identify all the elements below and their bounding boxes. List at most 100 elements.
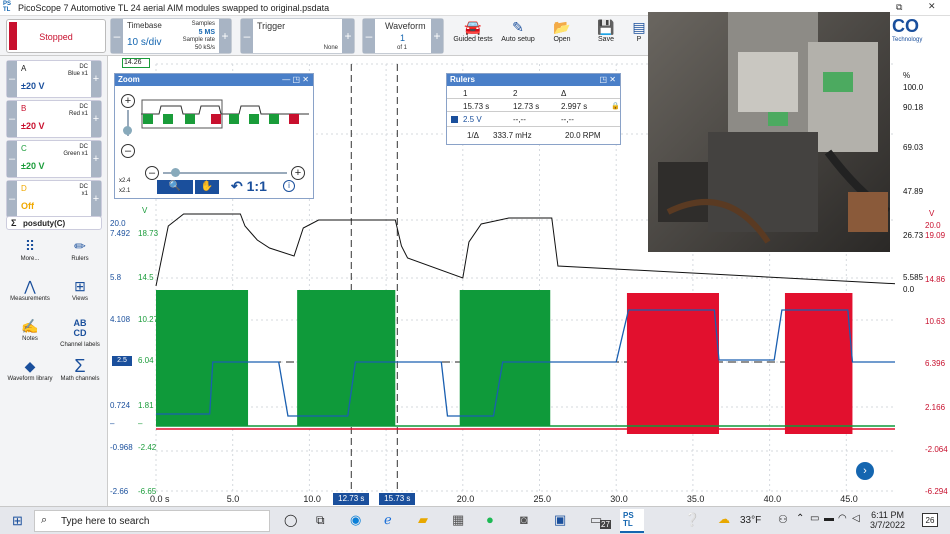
left-axis-c-tick: 10.27 [138,315,159,324]
restore-icon[interactable]: ⧉ [896,2,902,13]
right-axis-b-tick: 10.63 [925,317,946,326]
trigger-minus-button[interactable]: – [241,19,253,53]
channel-d-range: Off [21,201,34,211]
magnifier-icon: 🔍 [168,181,182,192]
network-icon[interactable]: ▭ [810,513,819,524]
x-tick-label: 40.0 [764,494,782,504]
channel-d-plus[interactable]: + [91,181,101,217]
timebase-plus-button[interactable]: + [219,19,231,53]
timebase-minus-button[interactable]: – [111,19,123,53]
channel-c-control[interactable]: – C ±20 V DC Green x1 + [6,140,102,178]
timebase-value: 10 s/div [127,37,162,48]
channel-d-minus[interactable]: – [7,181,17,217]
info-icon[interactable]: i [283,180,295,192]
save-button[interactable]: 💾 Save [586,18,626,54]
rulers-panel[interactable]: Rulers ◳ ✕ 1 2 Δ 15.73 s 12.73 s 2.997 s… [446,73,621,145]
battery-icon[interactable]: ▬ [824,513,834,524]
channel-c-minus[interactable]: – [7,141,17,177]
spotify-icon[interactable]: ● [486,512,494,527]
inverse-delta-label: 1/Δ [467,131,480,140]
left-axis-c-tick: 6.04 [138,356,154,365]
weather-temp[interactable]: 33°F [740,515,761,526]
samples-value: 5 MS [198,29,215,36]
channel-c-info: DC Green x1 [63,144,88,157]
channel-labels-button[interactable]: AB CD Channel labels [56,316,104,356]
channel-b-minus[interactable]: – [7,101,17,137]
zoom-title: Zoom [118,75,140,84]
channel-a-plus[interactable]: + [91,61,101,97]
window-title: PicoScope 7 Automotive TL 24 aerial AIM … [18,3,330,13]
guided-tests-button[interactable]: 🚘 Guided tests [452,18,494,54]
channel-c-plus[interactable]: + [91,141,101,177]
timebase-control[interactable]: Timebase 10 s/div Samples 5 MS Sample ra… [110,18,232,54]
ruler-2-label[interactable]: 15.73 s [379,493,416,505]
notifications-button[interactable]: 26 [922,513,938,527]
channel-d-control[interactable]: – D Off DC x1 + [6,180,102,218]
volume-icon[interactable]: ◁ [852,513,860,524]
math-channel-posduty[interactable]: Σ posduty(C) [6,216,102,230]
auto-setup-button[interactable]: ✎ Auto setup [498,18,538,54]
help-icon[interactable]: ❔ [684,512,700,528]
waveform-next-button[interactable]: + [431,19,443,53]
taskbar-search-box[interactable]: ⌕ Type here to search [34,510,270,532]
zoom-out-horizontal-button[interactable]: – [145,166,159,180]
views-button[interactable]: ⊞ Views [56,276,104,316]
calculator-icon[interactable]: ▦ [452,512,464,528]
waveform-prev-button[interactable]: – [363,19,375,53]
channel-b-plus[interactable]: + [91,101,101,137]
right-axis-posduty-tick: 90.18 [903,103,924,112]
horizontal-zoom-slider[interactable] [163,172,287,174]
camera-icon[interactable]: ◙ [520,512,528,527]
lock-icon[interactable]: 🔒 [611,102,620,110]
wifi-icon[interactable]: ◠ [838,513,847,524]
save-icon: 💾 [597,19,615,35]
open-button[interactable]: 📂 Open [542,18,582,54]
taskbar-app-badge[interactable]: ▭ 27 [586,510,616,532]
close-icon[interactable]: ✕ [928,1,936,12]
rulers-close-icon[interactable]: ◳ ✕ [600,75,616,84]
file-explorer-icon[interactable]: ▰ [418,512,428,528]
left-axis-a-tick: -0.968 [110,443,133,452]
channel-a-swatch [451,116,458,123]
reset-zoom-button[interactable]: ↶ 1:1 [231,178,267,195]
more-button[interactable]: ⠿ More... [6,236,54,276]
taskbar-clock[interactable]: 6:11 PM 3/7/2022 [870,510,905,530]
people-icon[interactable]: ⚇ [778,513,788,526]
vertical-zoom-thumb[interactable] [123,126,132,135]
trigger-control[interactable]: – Trigger None + [240,18,355,54]
zoom-overview[interactable] [141,92,311,134]
measurements-button[interactable]: ⋀ Measurements [6,276,54,316]
zoom-panel[interactable]: Zoom — ◳ ✕ + – – + x2.4 x2.1 🔍 ✋ ↶ 1:1 i [114,73,314,199]
run-stop-button[interactable]: Stopped [6,19,106,53]
left-axis-a-tick: 4.108 [110,315,131,324]
zoom-close-icon[interactable]: — ◳ ✕ [282,75,309,84]
rulers-button[interactable]: ✏ Rulers [56,236,104,276]
zoom-tool-button[interactable]: 🔍 [157,180,193,194]
notes-button[interactable]: ✍ Notes [6,316,54,356]
math-channels-button[interactable]: Σ Math channels [56,356,104,396]
channel-a-minus[interactable]: – [7,61,17,97]
ie-icon[interactable]: ℯ [384,512,392,528]
picoscope-taskbar-icon[interactable]: PS TL [620,509,644,533]
edge-icon[interactable]: ◉ [350,512,361,528]
zoom-in-horizontal-button[interactable]: + [291,166,305,180]
task-view-icon[interactable]: ⧉ [316,513,325,528]
channel-b-control[interactable]: – B ±20 V DC Red x1 + [6,100,102,138]
right-axis-b-tick: V [929,209,935,218]
windows-start-icon[interactable]: ⊞ [12,513,23,529]
tray-chevron-icon[interactable]: ⌃ [796,513,804,524]
zoom-out-vertical-button[interactable]: – [121,144,135,158]
trigger-plus-button[interactable]: + [342,19,354,53]
waveform-library-button[interactable]: ◆ Waveform library [6,356,54,396]
zoom-in-vertical-button[interactable]: + [121,94,135,108]
print-button[interactable]: ▤ P [630,18,648,54]
left-axis-a-tick: -2.66 [110,487,129,496]
scroll-right-button[interactable]: › [856,462,874,480]
cortana-icon[interactable]: ◯ [284,513,297,527]
waveform-control[interactable]: – Waveform 1 of 1 + [362,18,444,54]
horizontal-zoom-thumb[interactable] [171,168,180,177]
pan-tool-button[interactable]: ✋ [195,180,219,194]
ruler-1-label[interactable]: 12.73 s [333,493,370,505]
channel-a-control[interactable]: – A ±20 V DC Blue x1 + [6,60,102,98]
photos-icon[interactable]: ▣ [554,512,566,528]
